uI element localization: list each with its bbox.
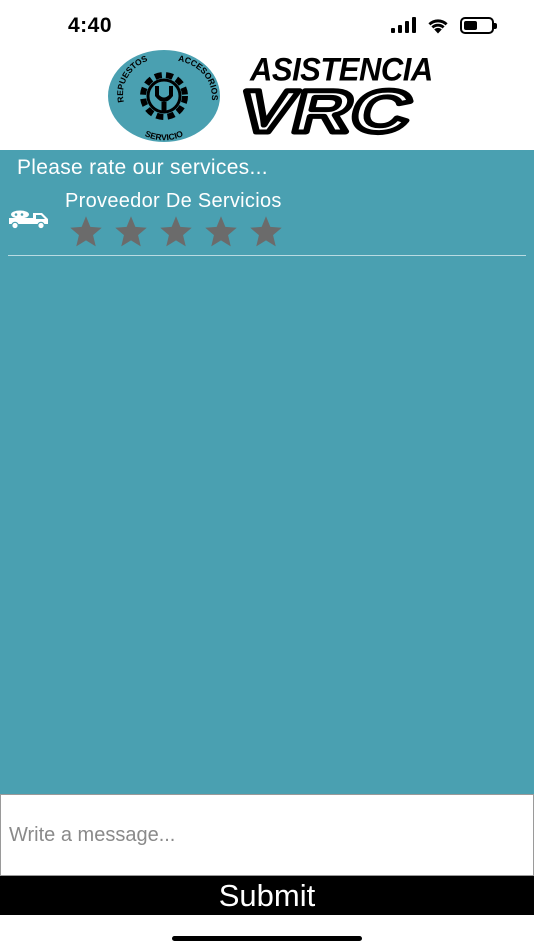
- submit-button[interactable]: Submit: [0, 876, 534, 915]
- wordmark-vrc-text: VRC: [234, 82, 419, 138]
- star-5-icon[interactable]: [248, 214, 284, 250]
- star-2-icon[interactable]: [113, 214, 149, 250]
- app-header: REPUESTOS ACCESORIOS SERVICIO ASISTENCIA…: [0, 46, 534, 150]
- provider-row: Proveedor De Servicios: [0, 186, 534, 256]
- star-1-icon[interactable]: [68, 214, 104, 250]
- divider: [8, 255, 526, 256]
- battery-level: [464, 20, 477, 30]
- rating-screen: 4:40 REPUESTOS ACCESORIOS SERVICIO ASIST…: [0, 0, 534, 950]
- rating-prompt: Please rate our services...: [17, 156, 268, 179]
- star-rating[interactable]: [68, 214, 284, 250]
- cellular-signal-icon: [391, 17, 416, 33]
- star-4-icon[interactable]: [203, 214, 239, 250]
- message-box[interactable]: [0, 794, 534, 876]
- status-icons: [391, 16, 497, 34]
- provider-name: Proveedor De Servicios: [65, 190, 282, 212]
- home-indicator: [172, 936, 362, 941]
- message-input[interactable]: [1, 795, 533, 875]
- status-bar: 4:40: [0, 0, 534, 50]
- status-time: 4:40: [68, 14, 113, 37]
- repuestos-badge-logo: REPUESTOS ACCESORIOS SERVICIO: [108, 50, 220, 142]
- wordmark-vrc: VRC: [234, 82, 422, 138]
- rating-panel: Please rate our services... Proveedor De…: [0, 150, 534, 795]
- tow-truck-icon: [9, 210, 48, 230]
- wifi-icon: [428, 19, 448, 34]
- star-3-icon[interactable]: [158, 214, 194, 250]
- asistencia-vrc-logo: ASISTENCIA VRC: [234, 51, 433, 142]
- battery-icon: [460, 16, 497, 34]
